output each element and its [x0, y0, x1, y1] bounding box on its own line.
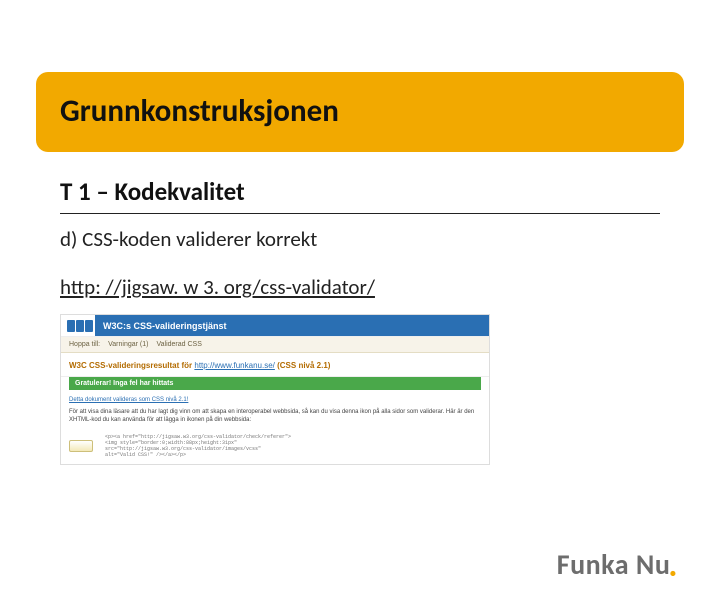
- slide-title-bar: Grunnkonstruksjonen: [36, 72, 684, 152]
- slide-content: T 1 – Kodekvalitet d) CSS-koden validere…: [60, 176, 660, 465]
- validator-code-snippet: <p><a href="http://jigsaw.w3.org/css-val…: [99, 434, 291, 458]
- validator-body: Detta dokument valideras som CSS nivå 2.…: [61, 390, 489, 432]
- validated-url: http://www.funkanu.se/: [194, 361, 275, 370]
- tab-warnings: Varningar (1): [108, 341, 148, 348]
- brand-dot-icon: .: [668, 545, 678, 586]
- w3c-logo-icon: [61, 315, 95, 336]
- subtitle: T 1 – Kodekvalitet: [60, 176, 660, 207]
- divider: [60, 213, 660, 214]
- tab-label: Hoppa till:: [69, 341, 100, 348]
- list-item: d) CSS-koden validerer korrekt: [60, 226, 660, 252]
- css-badge-icon: [69, 440, 93, 452]
- validator-link[interactable]: http: //jigsaw. w 3. org/css-validator/: [60, 274, 375, 300]
- validator-banner: W3C:s CSS-valideringstjänst: [95, 315, 489, 336]
- validator-tabs: Hoppa till: Varningar (1) Validerad CSS: [61, 337, 489, 353]
- validator-screenshot: W3C:s CSS-valideringstjänst Hoppa till: …: [60, 314, 490, 465]
- slide-title: Grunnkonstruksjonen: [60, 92, 660, 130]
- validator-header: W3C:s CSS-valideringstjänst: [61, 315, 489, 337]
- tab-validated: Validerad CSS: [156, 341, 201, 348]
- validator-result-heading: W3C CSS-valideringsresultat för http://w…: [61, 353, 489, 377]
- validator-success-banner: Gratulerar! Inga fel har hittats: [69, 377, 481, 390]
- validator-badge-row: <p><a href="http://jigsaw.w3.org/css-val…: [61, 432, 489, 464]
- brand-logo: Funka Nu.: [557, 547, 680, 582]
